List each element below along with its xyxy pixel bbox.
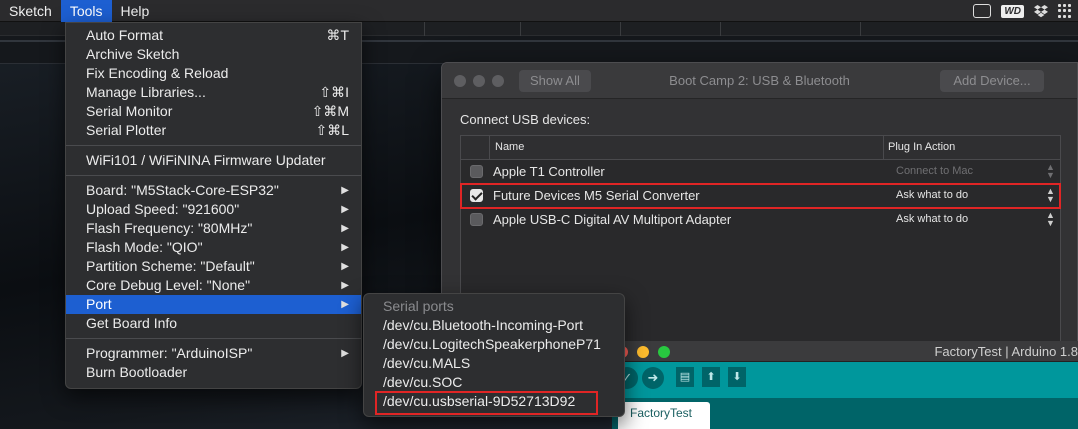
port-item[interactable]: /dev/cu.MALS bbox=[364, 354, 624, 373]
port-submenu: Serial ports /dev/cu.Bluetooth-Incoming-… bbox=[363, 293, 625, 417]
menu-item-label: Flash Mode: "QIO" bbox=[86, 239, 203, 255]
menu-item-firmware-updater[interactable]: WiFi101 / WiFiNINA Firmware Updater bbox=[66, 151, 361, 170]
menu-item-label: Upload Speed: "921600" bbox=[86, 201, 240, 217]
menu-item-auto-format[interactable]: Auto Format ⌘T bbox=[66, 26, 361, 45]
shortcut-label: ⇧⌘L bbox=[315, 122, 349, 138]
wd-drive-icon[interactable]: WD bbox=[1001, 4, 1024, 18]
arduino-title: FactoryTest | Arduino 1.8 bbox=[934, 344, 1078, 359]
menu-item-label: Auto Format bbox=[86, 27, 164, 43]
minimize-window-button[interactable] bbox=[637, 346, 649, 358]
table-header: Name Plug In Action bbox=[461, 136, 1060, 160]
plug-in-action-select[interactable]: Ask what to do bbox=[896, 213, 968, 225]
menu-item-label: Board: "M5Stack-Core-ESP32" bbox=[86, 182, 279, 198]
apps-grid-icon[interactable] bbox=[1058, 4, 1072, 18]
menu-item-core-debug-level[interactable]: Core Debug Level: "None" ▶ bbox=[66, 276, 361, 295]
port-item[interactable]: /dev/cu.Bluetooth-Incoming-Port bbox=[364, 316, 624, 335]
device-name: Apple T1 Controller bbox=[493, 164, 605, 179]
menu-item-serial-plotter[interactable]: Serial Plotter ⇧⌘L bbox=[66, 121, 361, 140]
menu-item-board[interactable]: Board: "M5Stack-Core-ESP32" ▶ bbox=[66, 181, 361, 200]
shortcut-label: ⌘T bbox=[326, 27, 349, 43]
menu-bar: Sketch Tools Help WD bbox=[0, 0, 1078, 22]
menu-help[interactable]: Help bbox=[112, 0, 159, 22]
open-sketch-icon[interactable]: ⬆ bbox=[702, 367, 720, 387]
submenu-arrow-icon: ▶ bbox=[341, 261, 349, 272]
menu-item-flash-mode[interactable]: Flash Mode: "QIO" ▶ bbox=[66, 238, 361, 257]
add-device-button[interactable]: Add Device... bbox=[940, 70, 1044, 92]
menu-item-label: Serial Monitor bbox=[86, 103, 173, 119]
plug-in-action-select[interactable]: Connect to Mac bbox=[896, 165, 973, 177]
port-item[interactable]: /dev/cu.LogitechSpeakerphoneP71 bbox=[364, 335, 624, 354]
connect-usb-label: Connect USB devices: bbox=[460, 112, 591, 127]
tools-menu: Auto Format ⌘T Archive Sketch Fix Encodin… bbox=[65, 22, 362, 389]
new-sketch-icon[interactable]: ▤ bbox=[676, 367, 694, 387]
table-row[interactable]: Future Devices M5 Serial Converter Ask w… bbox=[461, 184, 1060, 208]
submenu-arrow-icon: ▶ bbox=[341, 223, 349, 234]
shortcut-label: ⇧⌘I bbox=[319, 84, 349, 100]
column-action-header[interactable]: Plug In Action bbox=[888, 141, 955, 153]
dropbox-icon[interactable] bbox=[1034, 4, 1048, 18]
menu-separator bbox=[66, 175, 361, 176]
menu-item-label: Core Debug Level: "None" bbox=[86, 277, 251, 293]
tab-factorytest[interactable]: FactoryTest bbox=[618, 402, 710, 429]
menu-item-label: Flash Frequency: "80MHz" bbox=[86, 220, 253, 236]
menu-item-archive-sketch[interactable]: Archive Sketch bbox=[66, 45, 361, 64]
menu-item-get-board-info[interactable]: Get Board Info bbox=[66, 314, 361, 333]
menu-item-label: Programmer: "ArduinoISP" bbox=[86, 345, 253, 361]
menu-item-upload-speed[interactable]: Upload Speed: "921600" ▶ bbox=[66, 200, 361, 219]
menu-separator bbox=[66, 338, 361, 339]
menu-item-fix-encoding[interactable]: Fix Encoding & Reload bbox=[66, 64, 361, 83]
arduino-toolbar: ✓ ➜ ▤ ⬆ ⬇ bbox=[612, 362, 1078, 398]
menu-item-label: Manage Libraries... bbox=[86, 84, 206, 100]
menu-tools[interactable]: Tools bbox=[60, 0, 112, 22]
shortcut-label: ⇧⌘M bbox=[311, 103, 349, 119]
menu-item-partition-scheme[interactable]: Partition Scheme: "Default" ▶ bbox=[66, 257, 361, 276]
arduino-tab-bar: FactoryTest bbox=[612, 398, 1078, 429]
submenu-arrow-icon: ▶ bbox=[341, 204, 349, 215]
device-checkbox[interactable] bbox=[470, 213, 483, 226]
menu-item-flash-frequency[interactable]: Flash Frequency: "80MHz" ▶ bbox=[66, 219, 361, 238]
menu-separator bbox=[66, 145, 361, 146]
chevron-updown-icon: ▲ ▼ bbox=[1046, 210, 1055, 228]
arduino-window: FactoryTest | Arduino 1.8 ✓ ➜ ▤ ⬆ ⬇ Fact… bbox=[612, 341, 1078, 429]
table-row[interactable]: Apple USB-C Digital AV Multiport Adapter… bbox=[461, 208, 1060, 232]
save-sketch-icon[interactable]: ⬇ bbox=[728, 367, 746, 387]
submenu-arrow-icon: ▶ bbox=[341, 185, 349, 196]
menu-item-serial-monitor[interactable]: Serial Monitor ⇧⌘M bbox=[66, 102, 361, 121]
plug-in-action-select[interactable]: Ask what to do bbox=[896, 189, 968, 201]
submenu-arrow-icon: ▶ bbox=[341, 299, 349, 310]
menu-item-label: Partition Scheme: "Default" bbox=[86, 258, 255, 274]
table-row[interactable]: Apple T1 Controller Connect to Mac ▲ ▼ bbox=[461, 160, 1060, 184]
menu-item-label: Archive Sketch bbox=[86, 46, 180, 62]
zoom-window-button[interactable] bbox=[658, 346, 670, 358]
menu-item-burn-bootloader[interactable]: Burn Bootloader bbox=[66, 363, 361, 382]
device-name: Apple USB-C Digital AV Multiport Adapter bbox=[493, 212, 732, 227]
port-item[interactable]: /dev/cu.SOC bbox=[364, 373, 624, 392]
menu-item-port[interactable]: Port ▶ bbox=[66, 295, 361, 314]
menu-item-programmer[interactable]: Programmer: "ArduinoISP" ▶ bbox=[66, 344, 361, 363]
chevron-updown-icon: ▲ ▼ bbox=[1046, 186, 1055, 204]
submenu-arrow-icon: ▶ bbox=[341, 348, 349, 359]
device-checkbox[interactable] bbox=[470, 189, 483, 202]
menu-item-manage-libraries[interactable]: Manage Libraries... ⇧⌘I bbox=[66, 83, 361, 102]
device-name: Future Devices M5 Serial Converter bbox=[493, 188, 700, 203]
upload-icon[interactable]: ➜ bbox=[642, 367, 664, 389]
submenu-arrow-icon: ▶ bbox=[341, 280, 349, 291]
menu-item-label: Port bbox=[86, 296, 112, 312]
screen-icon[interactable] bbox=[973, 4, 992, 18]
bootcamp-titlebar: Show All Boot Camp 2: USB & Bluetooth Ad… bbox=[442, 63, 1077, 99]
menu-item-label: Serial Plotter bbox=[86, 122, 167, 138]
submenu-arrow-icon: ▶ bbox=[341, 242, 349, 253]
status-menu-extras: WD bbox=[973, 0, 1072, 22]
serial-ports-header: Serial ports bbox=[383, 298, 454, 314]
device-checkbox[interactable] bbox=[470, 165, 483, 178]
arduino-titlebar: FactoryTest | Arduino 1.8 bbox=[612, 341, 1078, 362]
column-name-header[interactable]: Name bbox=[495, 141, 524, 153]
port-item-usbserial[interactable]: /dev/cu.usbserial-9D52713D92 bbox=[364, 392, 624, 411]
menu-sketch[interactable]: Sketch bbox=[0, 0, 61, 22]
menu-item-label: Fix Encoding & Reload bbox=[86, 65, 229, 81]
chevron-updown-icon: ▲ ▼ bbox=[1046, 162, 1055, 180]
